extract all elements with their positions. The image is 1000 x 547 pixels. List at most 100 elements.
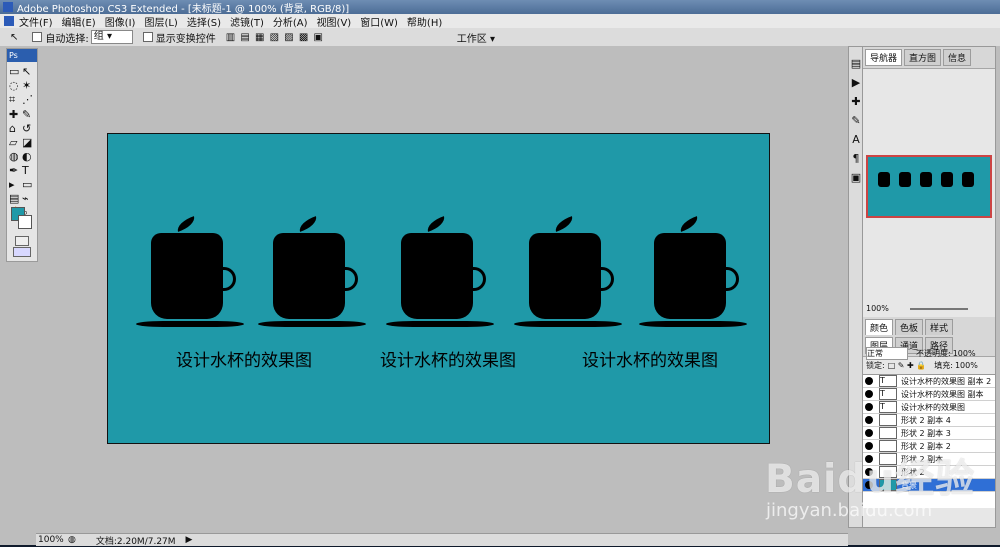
tab-histogram[interactable]: 直方图	[904, 49, 942, 66]
align-icons: ▥ ▤ ▦ ▧ ▨ ▩ ▣	[225, 31, 324, 43]
cup-saucer	[514, 321, 622, 327]
lock-icons: □ ✎ ✚ 🔒	[887, 360, 927, 370]
layer-row[interactable]: T 设计水杯的效果图 副本	[863, 388, 995, 401]
tab-info[interactable]: 信息	[943, 49, 972, 66]
navigator-tabs: 导航器 直方图 信息	[863, 47, 995, 69]
eye-icon[interactable]	[865, 416, 873, 424]
auto-select-dropdown[interactable]: 组 ▾	[90, 30, 133, 44]
eyedropper-icon[interactable]: ⌁	[22, 192, 34, 205]
tab-color[interactable]: 颜色	[865, 319, 894, 336]
caption-text-2: 设计水杯的效果图	[380, 351, 516, 371]
paragraph-icon[interactable]: ¶	[853, 152, 860, 165]
cup-handle	[724, 267, 739, 291]
eye-icon[interactable]	[865, 403, 873, 411]
document-canvas[interactable]: 设计水杯的效果图 设计水杯的效果图 设计水杯的效果图	[107, 133, 770, 444]
window-title: Adobe Photoshop CS3 Extended - [未标题-1 @ …	[17, 3, 350, 15]
layer-row[interactable]: T 设计水杯的效果图 副本 2	[863, 375, 995, 388]
status-arrow-icon[interactable]: ▶	[186, 535, 193, 545]
caption-text-1: 设计水杯的效果图	[176, 351, 312, 371]
lasso-tool-icon[interactable]: ◌	[9, 79, 21, 92]
tab-navigator[interactable]: 导航器	[865, 49, 903, 66]
tab-styles[interactable]: 样式	[925, 319, 954, 336]
layer-comp-icon[interactable]: ▣	[851, 171, 861, 184]
menu-view[interactable]: 视图(V)	[317, 14, 352, 29]
cup-steam	[174, 216, 198, 232]
status-bar: 100% ◍ 文档:2.20M/7.27M ▶	[36, 533, 848, 547]
navigator-zoom-value: 100%	[866, 304, 889, 313]
ps-menu-icon[interactable]	[4, 16, 14, 26]
background-color[interactable]	[18, 215, 32, 229]
auto-select-checkbox[interactable]	[32, 32, 43, 42]
menu-select[interactable]: 选择(S)	[187, 14, 221, 29]
slice-tool-icon[interactable]: ⋰	[22, 93, 34, 107]
watermark-logo: Baidu经验	[765, 457, 976, 502]
cup-handle	[599, 267, 614, 291]
fill-value[interactable]: 100%	[955, 361, 978, 370]
auto-select-label: 自动选择:	[45, 33, 89, 45]
color-swatches[interactable]	[11, 207, 33, 231]
cup-body	[401, 233, 473, 319]
zoom-slider[interactable]	[910, 307, 968, 310]
crop-tool-icon[interactable]: ⌗	[9, 93, 21, 107]
history-brush-icon[interactable]: ↺	[22, 122, 34, 135]
layer-row[interactable]: T 设计水杯的效果图	[863, 401, 995, 414]
workspace-button[interactable]: 工作区 ▾	[457, 30, 495, 45]
cup-handle	[343, 267, 358, 291]
layer-row[interactable]: 形状 2 副本 3	[863, 427, 995, 440]
layer-name: 设计水杯的效果图 副本	[901, 389, 984, 399]
cup-shape-2	[258, 216, 368, 331]
show-transform-checkbox[interactable]	[142, 32, 153, 42]
preview-cup	[962, 172, 974, 187]
eye-icon[interactable]	[865, 377, 873, 385]
quick-mask-icon[interactable]	[15, 236, 29, 246]
cup-steam	[677, 216, 701, 232]
move-tool-icon-2[interactable]: ↖	[22, 65, 34, 78]
blend-mode-dropdown[interactable]: 正常	[866, 346, 908, 360]
navigator-zoom-row: 100%	[863, 304, 995, 313]
eye-icon[interactable]	[865, 390, 873, 398]
tab-swatches[interactable]: 色板	[895, 319, 924, 336]
actions-icon[interactable]: ▶	[852, 76, 860, 89]
stamp-tool-icon[interactable]: ⌂	[9, 122, 21, 135]
path-select-icon[interactable]: ▸	[9, 178, 21, 191]
auto-select-value: 组	[93, 31, 104, 42]
menu-image[interactable]: 图像(I)	[105, 14, 136, 29]
eraser-tool-icon[interactable]: ▱	[9, 136, 21, 149]
menu-analysis[interactable]: 分析(A)	[273, 14, 308, 29]
magic-wand-icon[interactable]: ✶	[22, 79, 34, 92]
layers-controls: 正常 不透明度: 100% 锁定: □ ✎ ✚ 🔒 填充: 100%	[863, 346, 995, 373]
text-layer-thumb: T	[879, 375, 897, 387]
navigator-preview[interactable]	[866, 155, 992, 218]
notes-tool-icon[interactable]: ▤	[9, 192, 21, 205]
eye-icon[interactable]	[865, 429, 873, 437]
move-tool-icon[interactable]: ↖	[10, 32, 18, 43]
menu-file[interactable]: 文件(F)	[19, 14, 53, 29]
pen-tool-icon[interactable]: ✒	[9, 164, 21, 177]
brush-tool-icon[interactable]: ✎	[22, 108, 34, 121]
preview-cup	[878, 172, 890, 187]
menu-bar: 文件(F) 编辑(E) 图像(I) 图层(L) 选择(S) 滤镜(T) 分析(A…	[0, 14, 1000, 29]
history-icon[interactable]: ▤	[851, 57, 861, 70]
menu-layer[interactable]: 图层(L)	[144, 14, 177, 29]
menu-window[interactable]: 窗口(W)	[360, 14, 398, 29]
blend-opacity-row: 正常 不透明度: 100%	[863, 346, 995, 360]
heal-tool-icon[interactable]: ✚	[9, 108, 21, 121]
menu-filter[interactable]: 滤镜(T)	[230, 14, 264, 29]
cup-body	[529, 233, 601, 319]
screen-mode-icon[interactable]	[13, 247, 31, 257]
dodge-tool-icon[interactable]: ◐	[22, 150, 34, 163]
fill-label: 填充:	[934, 360, 953, 370]
cup-steam	[424, 216, 448, 232]
type-tool-icon[interactable]: T	[22, 164, 34, 177]
menu-help[interactable]: 帮助(H)	[407, 14, 442, 29]
marquee-tool-icon[interactable]: ▭	[9, 65, 21, 78]
type-icon[interactable]: A	[852, 133, 860, 146]
menu-edit[interactable]: 编辑(E)	[62, 14, 96, 29]
gradient-tool-icon[interactable]: ◪	[22, 136, 34, 149]
opacity-value[interactable]: 100%	[953, 349, 976, 358]
layer-row[interactable]: 形状 2 副本 4	[863, 414, 995, 427]
tools-icon[interactable]: ✚	[851, 95, 860, 108]
shape-tool-icon[interactable]: ▭	[22, 178, 34, 191]
brush-icon[interactable]: ✎	[851, 114, 860, 127]
blur-tool-icon[interactable]: ◍	[9, 150, 21, 163]
